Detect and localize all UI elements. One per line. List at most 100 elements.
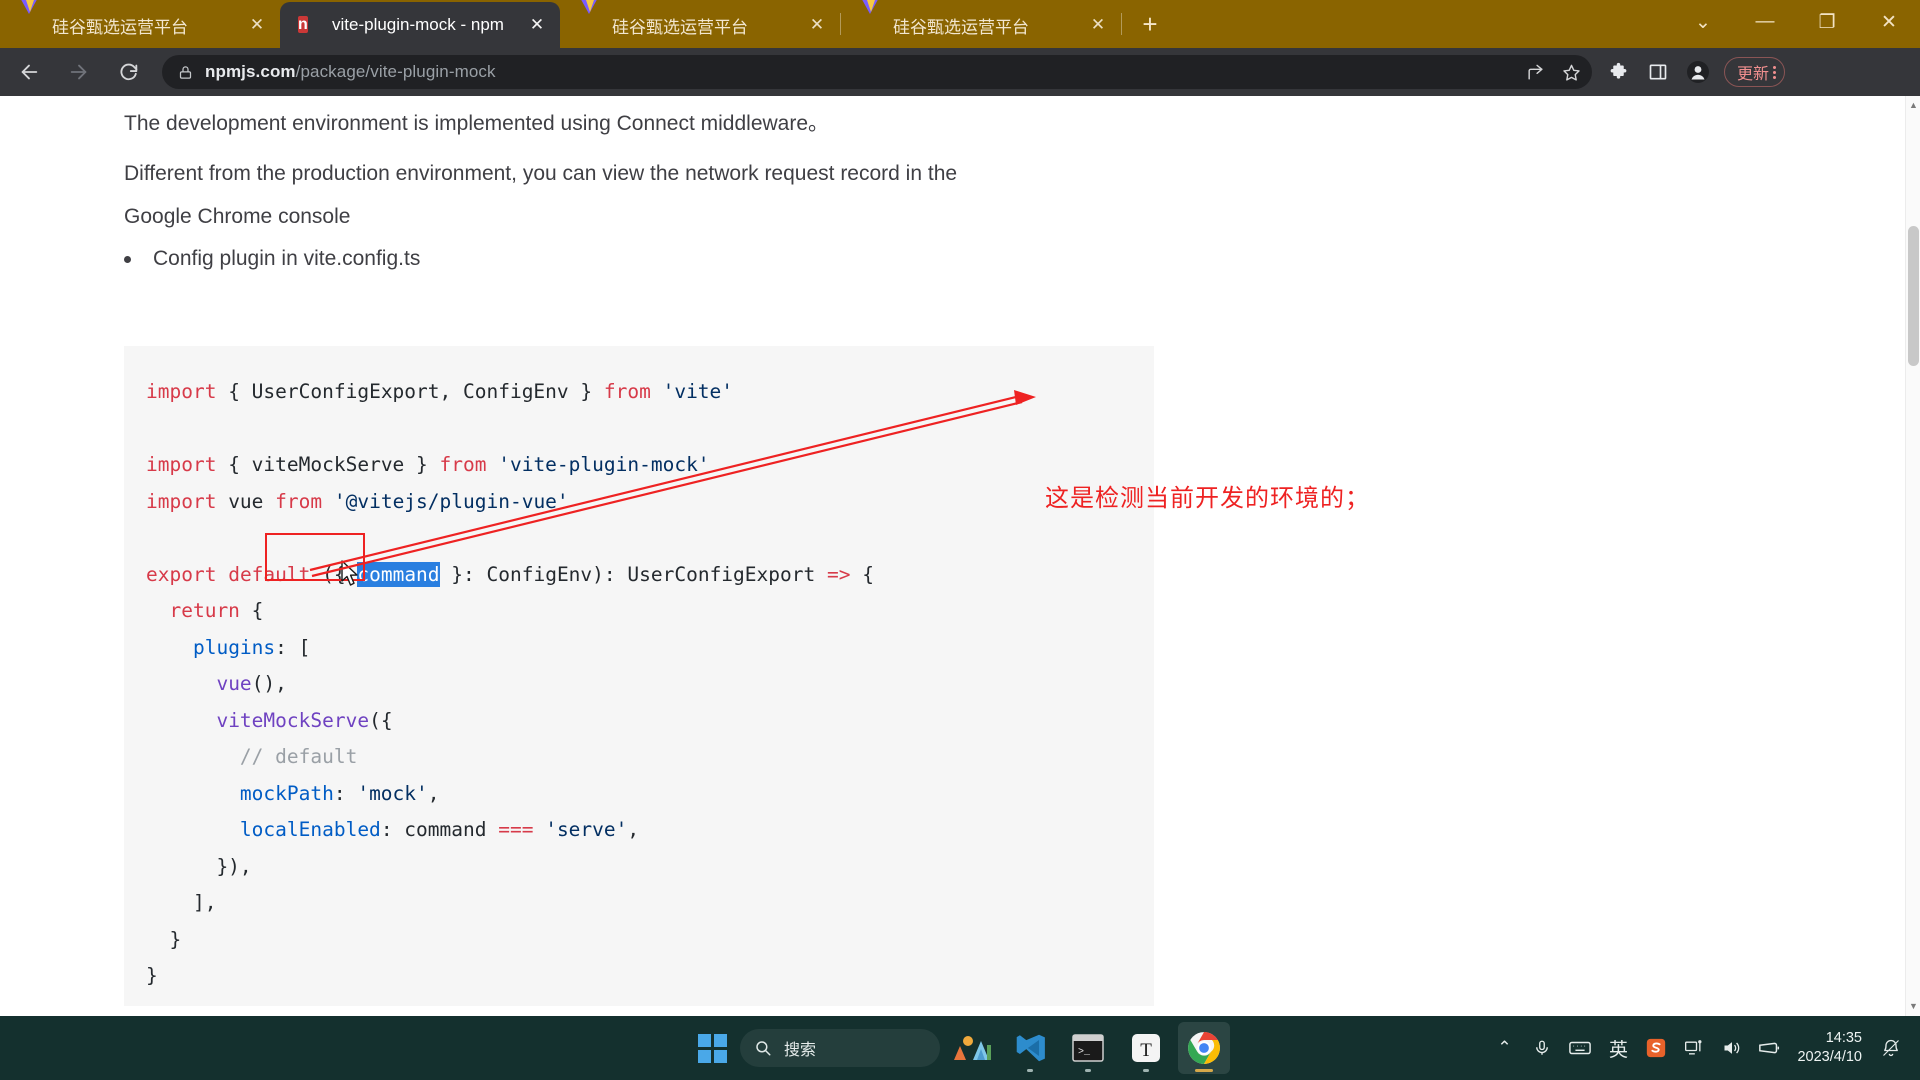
typora-icon[interactable]: T xyxy=(1120,1022,1172,1074)
bullet-label: Config plugin in vite.config.ts xyxy=(153,247,421,270)
start-button[interactable] xyxy=(690,1026,734,1070)
minimize-button[interactable]: — xyxy=(1734,0,1796,44)
code-content: import { UserConfigExport, ConfigEnv } f… xyxy=(146,374,1154,995)
tab-search-icon[interactable]: ⌄ xyxy=(1672,0,1734,44)
code-token: import xyxy=(146,489,217,513)
code-token: mockPath xyxy=(239,781,334,805)
code-token: { xyxy=(850,562,874,586)
clock-time: 14:35 xyxy=(1825,1030,1862,1046)
code-token: from xyxy=(275,489,323,513)
share-icon[interactable] xyxy=(1520,57,1550,87)
code-token: { viteMockServe } xyxy=(216,453,440,476)
scroll-up-arrow[interactable]: ▲ xyxy=(1906,98,1920,113)
update-button[interactable]: 更新 xyxy=(1724,57,1786,87)
notification-icon[interactable] xyxy=(1874,1028,1908,1068)
paragraph-3: Google Chrome console xyxy=(124,205,351,228)
star-icon[interactable] xyxy=(1556,57,1586,87)
code-token: } xyxy=(146,964,158,987)
page-viewport: The development environment is implement… xyxy=(0,96,1920,1016)
side-panel-icon[interactable] xyxy=(1640,54,1676,90)
vscode-icon[interactable] xyxy=(1004,1022,1056,1074)
profile-avatar-icon[interactable] xyxy=(1680,54,1716,90)
tab-title: 硅谷甄选运营平台 xyxy=(893,17,1029,37)
terminal-icon[interactable]: >_ xyxy=(1062,1022,1114,1074)
chrome-icon[interactable] xyxy=(1178,1022,1230,1074)
vue-logo-icon xyxy=(578,0,600,36)
code-token: { xyxy=(239,599,264,622)
code-token: import xyxy=(146,380,217,403)
tab-title: 硅谷甄选运营平台 xyxy=(52,17,188,37)
network-icon[interactable] xyxy=(1677,1028,1711,1068)
tray-overflow-icon[interactable]: ⌃ xyxy=(1487,1028,1521,1068)
browser-tab-3[interactable]: 硅谷甄选运营平台 ✕ xyxy=(560,0,840,48)
new-tab-button[interactable]: + xyxy=(1130,5,1170,45)
microphone-icon[interactable] xyxy=(1525,1028,1559,1068)
maximize-button[interactable]: ❐ xyxy=(1796,0,1858,44)
windows-taskbar: 搜索 >_ T ⌃ 英 14:35 2023/4/10 xyxy=(0,1016,1920,1080)
code-token: => xyxy=(826,562,851,586)
windows-logo-icon xyxy=(697,1033,727,1063)
code-token: from xyxy=(439,453,487,476)
url-domain: npmjs.com xyxy=(205,62,296,81)
widgets-weather-icon[interactable] xyxy=(946,1022,998,1074)
npm-logo-icon: n xyxy=(298,16,308,33)
back-icon[interactable] xyxy=(8,51,50,93)
sogou-icon[interactable] xyxy=(1639,1028,1673,1068)
tab-close-icon[interactable]: ✕ xyxy=(244,12,270,38)
forward-icon[interactable] xyxy=(58,51,100,93)
puzzle-icon[interactable] xyxy=(1600,54,1636,90)
volume-icon[interactable] xyxy=(1715,1028,1749,1068)
code-token: : command xyxy=(380,818,499,841)
browser-tab-2-active[interactable]: n vite-plugin-mock - npm ✕ xyxy=(280,2,560,48)
tab-title: 硅谷甄选运营平台 xyxy=(612,17,748,37)
code-token: from xyxy=(603,380,651,403)
browser-tab-4[interactable]: 硅谷甄选运营平台 ✕ xyxy=(841,0,1121,48)
code-token: command xyxy=(357,561,440,587)
taskbar-clock[interactable]: 14:35 2023/4/10 xyxy=(1797,1029,1862,1067)
paragraph-2: Different from the production environmen… xyxy=(124,162,958,185)
code-token: ], xyxy=(146,891,217,914)
code-token: localEnabled xyxy=(239,818,381,841)
code-token: return xyxy=(169,599,240,622)
code-token: vue xyxy=(216,489,276,513)
code-token: : [ xyxy=(275,635,311,659)
taskbar-search-box[interactable]: 搜索 xyxy=(740,1029,940,1067)
tab-close-icon[interactable]: ✕ xyxy=(524,12,550,38)
address-bar[interactable]: npmjs.com/package/vite-plugin-mock xyxy=(162,55,1592,89)
browser-tab-1[interactable]: 硅谷甄选运营平台 ✕ xyxy=(0,0,280,48)
code-token: 'serve' xyxy=(545,818,628,841)
page-scrollbar[interactable]: ▲ ▼ xyxy=(1905,96,1920,1016)
code-block[interactable]: import { UserConfigExport, ConfigEnv } f… xyxy=(124,346,1154,1006)
tab-close-icon[interactable]: ✕ xyxy=(804,12,830,38)
search-icon xyxy=(756,1041,771,1056)
system-tray: ⌃ 英 14:35 2023/4/10 xyxy=(1487,1028,1908,1068)
kebab-menu-icon[interactable] xyxy=(1773,65,1777,79)
omnibox-actions xyxy=(1520,57,1586,87)
tab-strip: 硅谷甄选运营平台 ✕ n vite-plugin-mock - npm ✕ 硅谷… xyxy=(0,0,1920,48)
taskbar-center-group: 搜索 >_ T xyxy=(690,1022,1230,1074)
mouse-cursor-icon xyxy=(341,560,358,586)
code-token: // default xyxy=(146,745,358,768)
code-token: : xyxy=(333,781,358,805)
window-close-button[interactable]: ✕ xyxy=(1858,0,1920,44)
code-token: , xyxy=(427,781,440,805)
scroll-down-arrow[interactable]: ▼ xyxy=(1906,999,1920,1014)
code-token: 'mock' xyxy=(357,781,428,805)
code-token: (), xyxy=(251,672,287,695)
code-token: plugins xyxy=(192,635,276,659)
svg-text:>_: >_ xyxy=(1078,1047,1091,1058)
code-token: viteMockServe xyxy=(216,708,370,732)
battery-icon[interactable] xyxy=(1753,1028,1787,1068)
running-indicator xyxy=(1027,1069,1033,1072)
ime-indicator[interactable]: 英 xyxy=(1601,1028,1635,1068)
update-label: 更新 xyxy=(1737,66,1770,83)
scrollbar-thumb[interactable] xyxy=(1908,226,1919,366)
code-token: 'vite-plugin-mock' xyxy=(486,453,710,476)
keyboard-icon[interactable] xyxy=(1563,1028,1597,1068)
code-token: , xyxy=(627,818,640,841)
tab-close-icon[interactable]: ✕ xyxy=(1085,12,1111,38)
reload-icon[interactable] xyxy=(108,51,150,93)
bullet-list-item: Config plugin in vite.config.ts xyxy=(124,242,420,276)
